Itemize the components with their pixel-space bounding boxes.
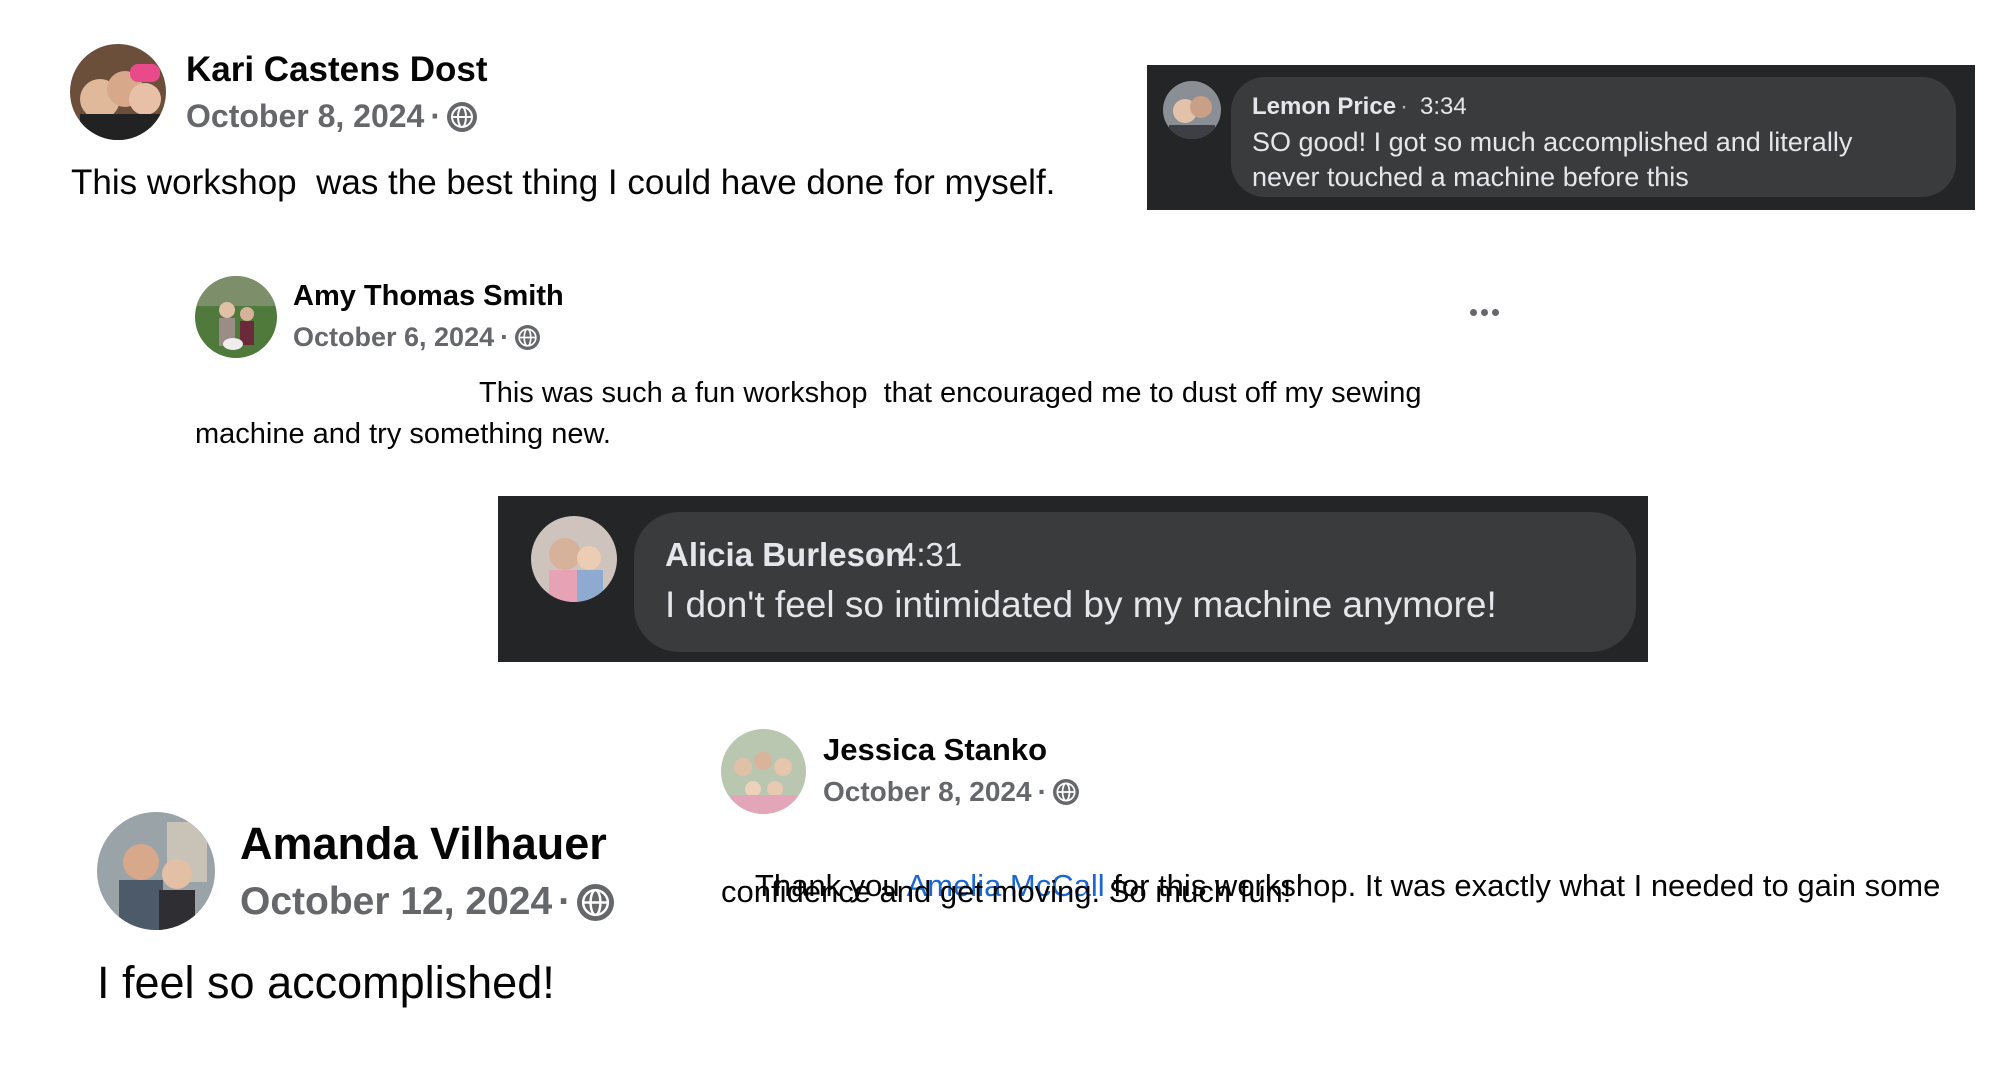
comment-time[interactable]: 3:34	[1420, 93, 1467, 121]
post-text: I feel so accomplished!	[97, 957, 555, 1008]
comment-author[interactable]: Lemon Price	[1252, 93, 1396, 121]
avatar[interactable]	[1163, 81, 1221, 139]
globe-icon	[515, 325, 541, 350]
post-text-line2: confidence and get moving. So much fun!	[721, 874, 1292, 909]
separator-dot: ·	[430, 98, 441, 134]
post-text: This workshop was the best thing I could…	[71, 163, 1056, 202]
more-options-icon[interactable]	[1470, 309, 1499, 316]
post-text-line1: This was such a fun workshop that encour…	[479, 377, 1422, 409]
separator-dot: ·	[558, 880, 572, 923]
avatar[interactable]	[195, 276, 277, 358]
post-date-row: October 8, 2024 ·	[186, 98, 477, 135]
comment-panel-lemon: Lemon Price · 3:34 SO good! I got so muc…	[1147, 65, 1975, 210]
author-name[interactable]: Amanda Vilhauer	[240, 818, 607, 870]
author-name[interactable]: Amy Thomas Smith	[293, 280, 564, 313]
comment-text: I don't feel so intimidated by my machin…	[665, 584, 1497, 625]
author-name[interactable]: Jessica Stanko	[823, 732, 1047, 768]
post-date-row: October 8, 2024 ·	[823, 776, 1079, 808]
comment-panel-alicia: Alicia Burleson · 4:31 I don't feel so i…	[498, 496, 1648, 662]
comment-author[interactable]: Alicia Burleson	[665, 536, 905, 574]
comment-text-line1: SO good! I got so much accomplished and …	[1252, 127, 1853, 157]
post-date-row: October 6, 2024 ·	[293, 322, 541, 353]
post-date[interactable]: October 8, 2024	[823, 776, 1032, 808]
comment-bubble: Lemon Price · 3:34 SO good! I got so muc…	[1231, 77, 1956, 197]
globe-icon	[1052, 779, 1079, 805]
avatar[interactable]	[70, 44, 166, 140]
globe-icon	[447, 101, 477, 132]
separator-dot: ·	[1037, 776, 1047, 807]
post-date[interactable]: October 12, 2024	[240, 880, 552, 924]
separator-dot: ·	[1400, 93, 1408, 120]
post-text-line2: machine and try something new.	[195, 418, 611, 450]
separator-dot: ·	[500, 322, 510, 352]
author-name[interactable]: Kari Castens Dost	[186, 50, 487, 90]
post-date[interactable]: October 6, 2024	[293, 322, 494, 353]
comment-text-line2: never touched a machine before this	[1252, 162, 1689, 192]
post-date-row: October 12, 2024 ·	[240, 880, 615, 924]
avatar[interactable]	[531, 516, 617, 602]
avatar[interactable]	[721, 729, 806, 814]
comment-bubble: Alicia Burleson · 4:31 I don't feel so i…	[634, 512, 1636, 652]
post-date[interactable]: October 8, 2024	[186, 98, 424, 135]
comment-time[interactable]: 4:31	[898, 536, 962, 574]
separator-dot: ·	[872, 536, 883, 573]
globe-icon	[577, 883, 615, 921]
avatar[interactable]	[97, 812, 215, 930]
